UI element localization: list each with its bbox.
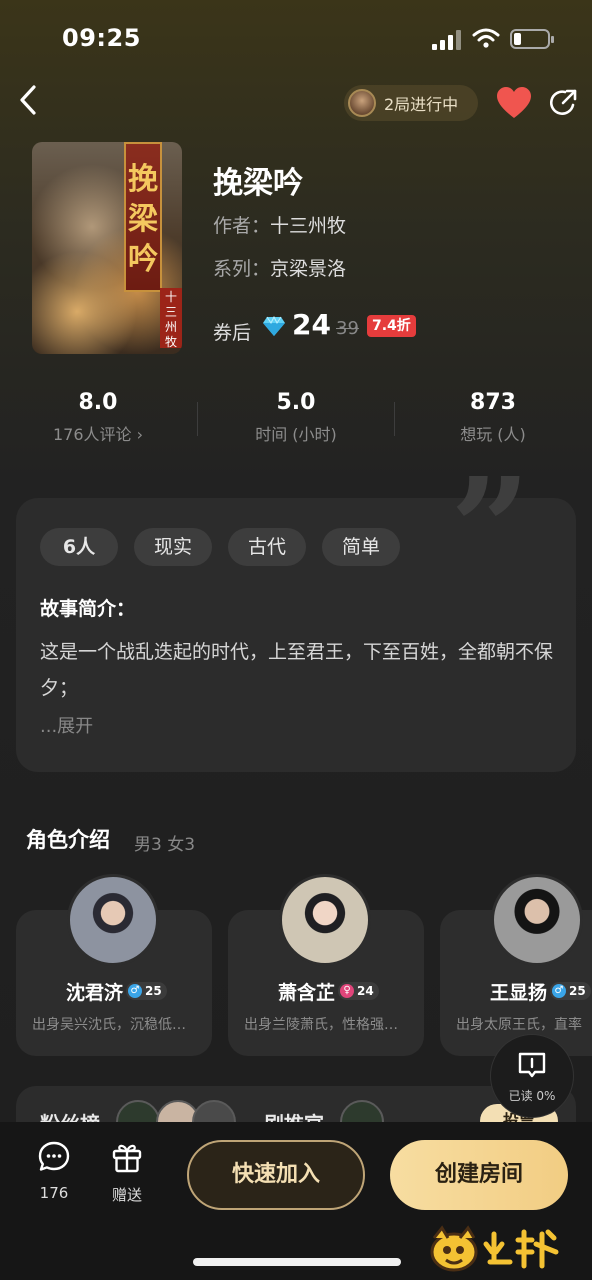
role-age: 25 bbox=[569, 984, 586, 998]
share-icon[interactable] bbox=[548, 88, 578, 118]
room-avatar bbox=[348, 89, 376, 117]
comments-button[interactable]: 176 bbox=[24, 1140, 84, 1202]
male-icon: ♂ bbox=[552, 984, 566, 998]
story-heading: 故事简介： bbox=[40, 598, 136, 620]
signal-icon bbox=[432, 30, 462, 50]
stat-rating-value: 8.0 bbox=[78, 390, 118, 415]
status-time: 09:25 bbox=[62, 24, 141, 52]
role-name: 萧含芷 bbox=[278, 982, 336, 1004]
cover-seal: 十三州牧 bbox=[160, 288, 182, 349]
male-icon: ♂ bbox=[128, 984, 142, 998]
role-name: 沈君济 bbox=[66, 982, 124, 1004]
create-room-button[interactable]: 创建房间 bbox=[390, 1140, 568, 1210]
stat-wishlist: 873 想玩 (人) bbox=[395, 390, 591, 445]
role-avatar bbox=[279, 874, 371, 966]
role-age: 24 bbox=[357, 984, 374, 998]
cover-title: 挽梁吟 bbox=[128, 162, 158, 277]
progress-text: 2局进行中 bbox=[384, 95, 459, 114]
role-desc: 出身太原王氏，直率 bbox=[456, 1017, 582, 1033]
tag-genre: 现实 bbox=[134, 528, 212, 566]
comments-count: 176 bbox=[39, 1184, 69, 1202]
tag-players: 6人 bbox=[40, 528, 118, 566]
tag-era: 古代 bbox=[228, 528, 306, 566]
read-progress-button[interactable]: 已读 0% bbox=[490, 1034, 574, 1118]
price-value: 24 bbox=[292, 308, 331, 341]
role-gender-age-badge: ♂ 25 bbox=[126, 982, 167, 1000]
stat-duration: 5.0 时间 (小时) bbox=[198, 390, 394, 445]
gift-label: 赠送 bbox=[111, 1186, 142, 1204]
author-label: 作者： bbox=[213, 215, 271, 237]
home-indicator bbox=[193, 1258, 401, 1266]
discount-badge: 7.4折 bbox=[367, 315, 416, 337]
series-label: 系列： bbox=[213, 258, 271, 280]
diamond-icon bbox=[263, 315, 285, 336]
roles-summary: 男3 女3 bbox=[134, 835, 196, 855]
story-text: 这是一个战乱迭起的时代，上至君王，下至百姓，全都朝不保夕； bbox=[40, 641, 554, 699]
gift-button[interactable]: 赠送 bbox=[97, 1140, 157, 1205]
stat-duration-label: 时间 (小时) bbox=[255, 425, 337, 444]
author-row: 作者：十三州牧 bbox=[213, 211, 346, 238]
series-row: 系列：京梁景洛 bbox=[213, 254, 346, 281]
script-title: 挽梁吟 bbox=[213, 166, 303, 201]
role-gender-age-badge: ♀ 24 bbox=[338, 982, 379, 1000]
roles-heading: 角色介绍 bbox=[26, 828, 110, 852]
stat-wishlist-label: 想玩 (人) bbox=[460, 425, 526, 444]
back-icon[interactable] bbox=[14, 82, 44, 118]
stat-rating[interactable]: 8.0 176人评论 › bbox=[0, 390, 196, 445]
stat-duration-value: 5.0 bbox=[276, 390, 316, 415]
role-desc: 出身兰陵萧氏，性格强… bbox=[244, 1017, 398, 1033]
series-name: 京梁景洛 bbox=[270, 258, 347, 280]
role-gender-age-badge: ♂ 25 bbox=[550, 982, 591, 1000]
role-avatar bbox=[67, 874, 159, 966]
expand-link[interactable]: ...展开 bbox=[40, 712, 93, 738]
role-age: 25 bbox=[145, 984, 162, 998]
stat-rating-label: 176人评论 › bbox=[52, 425, 144, 444]
games-in-progress-pill[interactable]: 2局进行中 bbox=[344, 85, 478, 121]
heart-icon[interactable] bbox=[496, 86, 532, 120]
book-icon bbox=[518, 1052, 546, 1078]
gift-icon bbox=[112, 1144, 142, 1173]
original-price: 39 bbox=[336, 318, 359, 339]
price-label: 券后 bbox=[213, 322, 252, 344]
stat-wishlist-value: 873 bbox=[470, 390, 516, 415]
author-name: 十三州牧 bbox=[270, 215, 347, 237]
comment-icon bbox=[38, 1141, 70, 1171]
quick-join-button[interactable]: 快速加入 bbox=[187, 1140, 365, 1210]
read-progress-label: 已读 0% bbox=[508, 1089, 556, 1103]
cover-image[interactable]: 挽梁吟 十三州牧 bbox=[32, 142, 182, 354]
tag-difficulty: 简单 bbox=[322, 528, 400, 566]
role-desc: 出身吴兴沈氏，沉稳低… bbox=[32, 1017, 186, 1033]
role-name: 王显扬 bbox=[490, 982, 548, 1004]
role-avatar bbox=[491, 874, 583, 966]
watermark-logo bbox=[430, 1225, 559, 1272]
wifi-icon bbox=[472, 28, 500, 48]
female-icon: ♀ bbox=[340, 984, 354, 998]
quote-icon: ” bbox=[450, 448, 531, 612]
battery-icon bbox=[510, 29, 554, 49]
